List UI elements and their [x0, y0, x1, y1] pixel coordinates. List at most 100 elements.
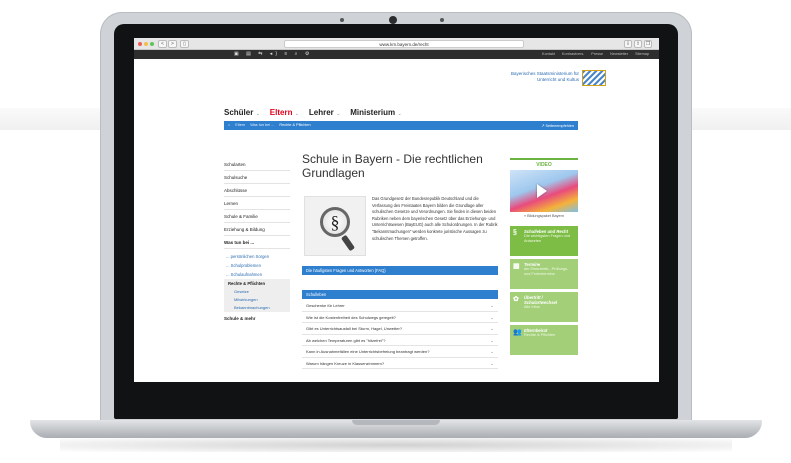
tile-elternbeirat[interactable]: 👥 Elternbeirat Rechte & Pflichten	[510, 325, 578, 355]
breadcrumb: ⌂ Eltern Was tun bei ... Rechte & Pflich…	[224, 121, 578, 130]
accordion-item[interactable]: Geschenke für Lehrer ⌄	[302, 300, 498, 312]
sensor-dot	[440, 18, 444, 22]
breadcrumb-items: ⌂ Eltern Was tun bei ... Rechte & Pflich…	[228, 123, 311, 127]
minimize-window-icon[interactable]	[144, 42, 148, 46]
ministry-name[interactable]: Bayerisches Staatsministerium für Unterr…	[459, 71, 579, 82]
accordion-question: Ab welchen Temperaturen gibt es "hitzefr…	[306, 337, 386, 343]
nav-item-lehrer[interactable]: Lehrer ⌄	[309, 108, 340, 117]
schulleben-section-header[interactable]: Schulleben	[302, 290, 498, 299]
sidebar-toggle-icon[interactable]: ▯	[180, 40, 189, 48]
stage: < > ▯ www.km.bayern.de/recht ⇩ ⇧ ❐ ▣ ▤ ⇆…	[0, 0, 791, 463]
accordion-question: Wie ist die Kostenfreiheit des Schulwegs…	[306, 314, 396, 320]
people-icon: 👥	[513, 329, 522, 336]
tile-termine[interactable]: ▦ Termine der Einschreib-, Prüfungs- und…	[510, 259, 578, 289]
download-icon[interactable]: ⇩	[624, 40, 632, 48]
sidebar-subitem[interactable]: ... persönlichen Sorgen	[224, 252, 290, 261]
sidebar-subitem-active[interactable]: Rechte & Pflichten	[224, 279, 290, 288]
tile-uebertritt[interactable]: ✿ Übertritt / Schulartwechsel Alle Infos	[510, 292, 578, 322]
sidebar-item-lernen[interactable]: Lernen	[224, 197, 290, 210]
chevron-down-icon: ⌄	[490, 349, 494, 354]
main-navigation: Schüler ⌄ Eltern ⌄ Lehrer ⌄ Ministerium …	[224, 108, 402, 117]
accordion-item[interactable]: Wie ist die Kostenfreiheit des Schulwegs…	[302, 312, 498, 323]
video-caption[interactable]: » Bildungspaket Bayern	[510, 212, 578, 220]
sidebar-item-schule-familie[interactable]: Schule & Familie	[224, 210, 290, 223]
video-thumbnail[interactable]	[510, 170, 578, 212]
accordion-question: Kann in Ausnahmefällen eine Unterrichtsb…	[306, 349, 430, 354]
tile-title: Übertritt / Schulartwechsel	[524, 295, 558, 306]
home-icon[interactable]: ⌂	[228, 123, 230, 127]
service-link[interactable]: Newsletter	[610, 52, 628, 56]
chevron-down-icon: ⌄	[490, 337, 494, 343]
screen: < > ▯ www.km.bayern.de/recht ⇩ ⇧ ❐ ▣ ▤ ⇆…	[134, 38, 659, 382]
back-button[interactable]: <	[158, 40, 167, 48]
accordion-item[interactable]: Warum hängen Kreuze in Klassenzimmern? ⌄	[302, 358, 498, 369]
nav-item-eltern[interactable]: Eltern ⌄	[270, 108, 299, 117]
nav-item-ministerium[interactable]: Ministerium ⌄	[350, 108, 401, 117]
sidebar-subitem[interactable]: ... Schulaufnahmen	[224, 270, 290, 279]
chevron-down-icon: ⌄	[397, 111, 402, 117]
service-link[interactable]: Kontakt	[542, 52, 555, 56]
sensor-dot	[340, 18, 344, 22]
camera-icon	[389, 16, 397, 24]
sidebar-item-schulsuche[interactable]: Schulsuche	[224, 171, 290, 184]
forward-button[interactable]: >	[168, 40, 177, 48]
recommend-page-link[interactable]: ↗ Seitenempfehlen	[541, 123, 574, 128]
chevron-down-icon: ⌄	[294, 111, 299, 117]
chevron-down-icon: ⌄	[255, 111, 260, 117]
close-window-icon[interactable]	[138, 42, 142, 46]
faq-accordion: Geschenke für Lehrer ⌄ Wie ist die Kosten…	[302, 300, 498, 369]
breadcrumb-link[interactable]: Eltern	[235, 123, 245, 127]
paragraph-magnifier-image: §	[304, 196, 366, 256]
accordion-item[interactable]: Kann in Ausnahmefällen eine Unterrichtsb…	[302, 346, 498, 358]
sidebar-subitem-gesetze[interactable]: Gesetze	[224, 288, 290, 296]
sidebar-subitem[interactable]: ... Schulproblemen	[224, 261, 290, 270]
paragraph-icon: §	[513, 229, 517, 236]
sidebar-item-erziehung[interactable]: Erziehung & Bildung	[224, 223, 290, 236]
magnifier-handle	[340, 234, 356, 252]
accordion-item[interactable]: Ab welchen Temperaturen gibt es "hitzefr…	[302, 335, 498, 346]
tile-text: Rechte & Pflichten	[524, 333, 556, 338]
accordion-question: Geschenke für Lehrer	[306, 303, 345, 308]
page-title: Schule in Bayern - Die rechtlichen Grund…	[302, 152, 483, 180]
service-link[interactable]: Kontrastvers.	[562, 52, 584, 56]
video-heading: VIDEO	[510, 158, 578, 168]
sidebar-subitem-bekanntmachungen[interactable]: Bekanntmachungen	[224, 304, 290, 312]
chevron-down-icon: ⌄	[336, 111, 341, 117]
tile-text: Die wichtigsten Fragen und Antworten	[524, 234, 571, 244]
accordion-item[interactable]: Gibt es Unterrichtsausfall bei Sturm, Ha…	[302, 323, 498, 335]
accordion-question: Warum hängen Kreuze in Klassenzimmern?	[306, 360, 385, 366]
sidebar-item-schule-mehr[interactable]: Schule & mehr	[224, 312, 290, 325]
service-link[interactable]: Sitemap	[635, 52, 649, 56]
ministry-line: Unterricht und Kultus	[536, 76, 579, 82]
calendar-icon: ▦	[513, 263, 520, 270]
faq-section-header[interactable]: Die häufigsten Fragen und Antworten (FAQ…	[302, 266, 498, 275]
sidebar-item-abschluesse[interactable]: Abschlüsse	[224, 184, 290, 197]
breadcrumb-link[interactable]: Was tun bei ...	[250, 123, 274, 127]
share-icon[interactable]: ⇧	[634, 40, 642, 48]
breadcrumb-current: Rechte & Pflichten	[279, 123, 311, 127]
flower-icon: ✿	[513, 296, 519, 303]
site-topbar: ▣ ▤ ⇆ ◂) ≡ ⌕ ⚙ Kontakt Kontrastvers. Pre…	[134, 50, 659, 59]
chevron-down-icon: ⌄	[490, 360, 494, 366]
paragraph-icon: §	[320, 207, 350, 237]
sidebar-subitem-mitwirkungen[interactable]: Mitwirkungen	[224, 296, 290, 304]
play-icon[interactable]	[537, 184, 547, 198]
bavarian-crest-logo[interactable]	[582, 70, 606, 86]
accessibility-icons[interactable]: ▣ ▤ ⇆ ◂) ≡ ⌕ ⚙	[234, 51, 312, 57]
service-link[interactable]: Presse	[591, 52, 603, 56]
tile-schulleben-recht[interactable]: § Schulleben und Recht Die wichtigsten F…	[510, 226, 578, 256]
tile-text: Alle Infos	[524, 305, 540, 310]
accordion-question: Gibt es Unterrichtsausfall bei Sturm, Ha…	[306, 326, 403, 331]
intro-text: Das Grundgesetz der Bundesrepublik Deuts…	[372, 196, 498, 241]
laptop-shadow	[60, 438, 732, 452]
tabs-icon[interactable]: ❐	[644, 40, 652, 48]
sidebar-item-schularten[interactable]: Schularten	[224, 158, 290, 171]
sidebar-item-was-tun-bei[interactable]: Was tun bei ...	[224, 236, 290, 249]
sidebar-navigation: Schularten Schulsuche Abschlüsse Lernen …	[224, 158, 290, 325]
maximize-window-icon[interactable]	[150, 42, 154, 46]
chevron-down-icon: ⌄	[490, 326, 494, 331]
nav-item-schueler[interactable]: Schüler ⌄	[224, 108, 260, 117]
address-bar[interactable]: www.km.bayern.de/recht	[284, 40, 524, 48]
service-links: Kontakt Kontrastvers. Presse Newsletter …	[542, 52, 649, 56]
browser-toolbar: < > ▯ www.km.bayern.de/recht ⇩ ⇧ ❐	[134, 38, 659, 50]
